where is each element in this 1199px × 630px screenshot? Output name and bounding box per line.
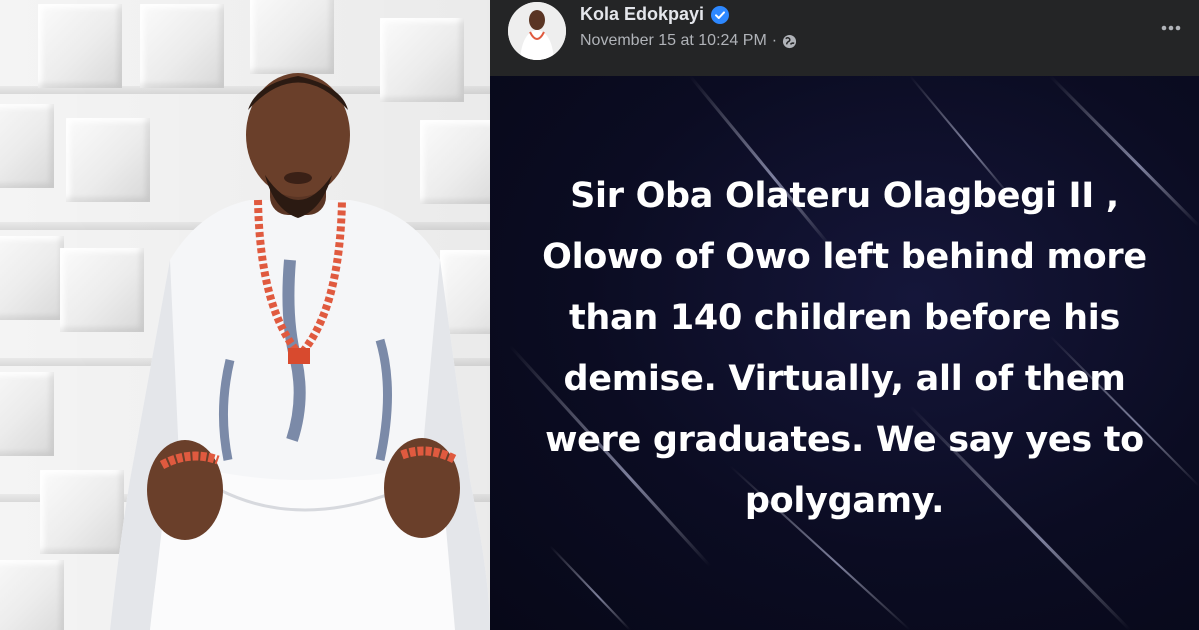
post-background-card: Sir Oba Olateru Olagbegi II , Olowo of O… bbox=[490, 76, 1199, 630]
author-name[interactable]: Kola Edokpayi bbox=[580, 4, 704, 25]
author-photo bbox=[0, 0, 490, 630]
meta-separator: · bbox=[771, 32, 778, 49]
screenshot-composite: Kola Edokpayi November 15 at 10:24 PM · bbox=[0, 0, 1199, 630]
post-timestamp[interactable]: November 15 at 10:24 PM bbox=[580, 32, 767, 50]
post-header: Kola Edokpayi November 15 at 10:24 PM · bbox=[490, 0, 1199, 76]
more-options-button[interactable] bbox=[1153, 10, 1189, 46]
seated-man-figure bbox=[110, 73, 490, 630]
verified-badge-icon bbox=[711, 5, 730, 24]
more-horizontal-icon bbox=[1161, 25, 1181, 31]
author-avatar[interactable] bbox=[508, 2, 566, 60]
facebook-post: Kola Edokpayi November 15 at 10:24 PM · bbox=[490, 0, 1199, 630]
post-meta: November 15 at 10:24 PM · bbox=[580, 32, 797, 50]
author-line: Kola Edokpayi bbox=[580, 4, 730, 25]
globe-icon[interactable] bbox=[782, 34, 797, 49]
post-text: Sir Oba Olateru Olagbegi II , Olowo of O… bbox=[542, 176, 1147, 521]
